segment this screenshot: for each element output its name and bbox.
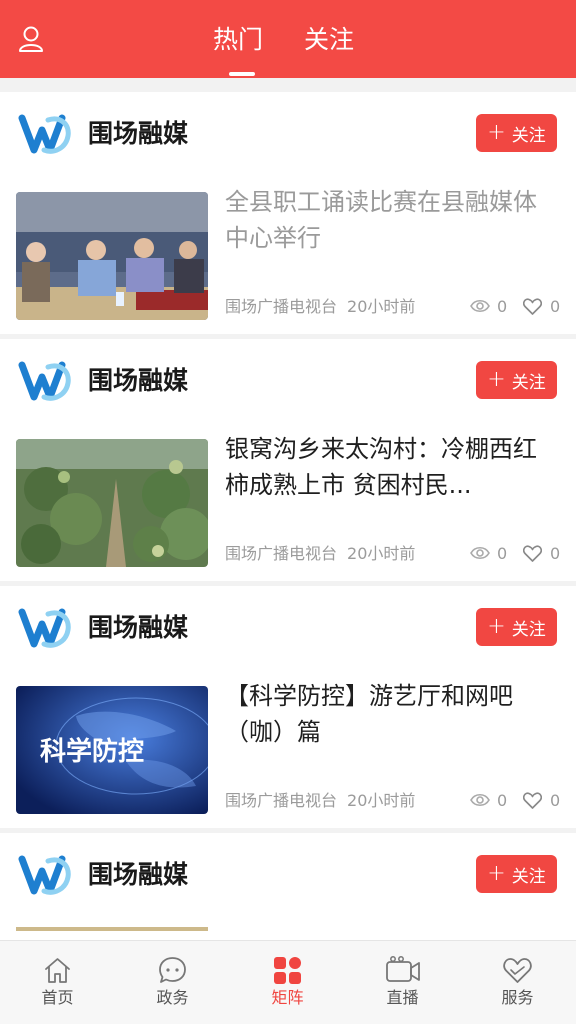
tab-service-label: 服务	[501, 988, 534, 1007]
article-title[interactable]: 全县职工诵读比赛在县融媒体中心举行	[225, 184, 560, 256]
top-tabs: 热门 关注	[0, 0, 576, 78]
publish-time: 20小时前	[347, 297, 416, 316]
eye-icon	[470, 793, 490, 807]
active-tab-indicator	[229, 72, 255, 76]
article-thumbnail[interactable]	[16, 192, 208, 320]
follow-button-label: 关注	[511, 866, 546, 887]
view-count: 0	[497, 791, 508, 810]
header-spacer	[0, 78, 576, 92]
eye-icon	[470, 546, 490, 560]
thumbnail-caption: 科学防控	[40, 736, 144, 767]
article-stats: 0 0	[470, 790, 562, 812]
heart-icon[interactable]	[523, 298, 542, 315]
follow-button[interactable]: + 关注	[476, 114, 557, 152]
source-name[interactable]: 围场融媒	[88, 116, 188, 152]
source-logo-icon	[18, 114, 71, 154]
bottom-tab-bar: 首页 政务 矩阵 直播 服务	[0, 940, 576, 1024]
feed-card[interactable]: 围场融媒 + 关注 科学防控 【科学防控】游艺厅和网吧（咖）篇 围场广播电视台 …	[0, 586, 576, 828]
article-title[interactable]: 【科学防控】游艺厅和网吧（咖）篇	[225, 678, 560, 750]
follow-button[interactable]: + 关注	[476, 608, 557, 646]
view-count: 0	[497, 544, 508, 563]
tab-matrix[interactable]: 矩阵	[230, 941, 345, 1024]
tab-following[interactable]: 关注	[304, 22, 354, 58]
follow-button-label: 关注	[511, 619, 546, 640]
follow-button[interactable]: + 关注	[476, 361, 557, 399]
like-count: 0	[550, 544, 561, 563]
chat-bubble-icon	[159, 957, 186, 983]
follow-button-label: 关注	[511, 125, 546, 146]
source-logo-icon	[18, 855, 71, 895]
source-name[interactable]: 围场融媒	[88, 610, 188, 646]
article-meta: 围场广播电视台 20小时前	[225, 790, 415, 812]
source-name[interactable]: 围场融媒	[88, 363, 188, 399]
source-logo-icon	[18, 361, 71, 401]
tab-government-label: 政务	[156, 988, 189, 1007]
source-name[interactable]: 围场融媒	[88, 857, 188, 893]
plus-icon: +	[487, 120, 506, 145]
publish-time: 20小时前	[347, 791, 416, 810]
article-stats: 0 0	[470, 296, 562, 318]
feed-card[interactable]: 围场融媒 + 关注	[0, 833, 576, 943]
tab-live[interactable]: 直播	[345, 941, 460, 1024]
tab-home-label: 首页	[41, 988, 74, 1007]
heart-icon[interactable]	[523, 792, 542, 809]
article-thumbnail[interactable]	[16, 927, 208, 931]
tab-hot[interactable]: 热门	[213, 22, 263, 58]
heart-icon[interactable]	[523, 545, 542, 562]
like-count: 0	[550, 791, 561, 810]
tab-government[interactable]: 政务	[115, 941, 230, 1024]
publish-time: 20小时前	[347, 544, 416, 563]
plus-icon: +	[487, 861, 506, 886]
feed-card[interactable]: 围场融媒 + 关注 全县职工诵读比赛在县融媒体中心举行 围场广播电视台 20小时前	[0, 92, 576, 334]
plus-icon: +	[487, 367, 506, 392]
publisher: 围场广播电视台	[225, 297, 338, 316]
tab-service[interactable]: 服务	[460, 941, 575, 1024]
view-count: 0	[497, 297, 508, 316]
article-stats: 0 0	[470, 543, 562, 565]
tab-live-label: 直播	[386, 988, 419, 1007]
article-thumbnail[interactable]	[16, 439, 208, 567]
follow-button-label: 关注	[511, 372, 546, 393]
publisher: 围场广播电视台	[225, 791, 338, 810]
grid-icon	[274, 957, 301, 984]
feed-card[interactable]: 围场融媒 + 关注 银窝沟乡来太沟村：冷棚西红柿成熟上市 贫困村民... 围场广…	[0, 339, 576, 581]
like-count: 0	[550, 297, 561, 316]
home-icon	[45, 958, 70, 983]
heart-service-icon	[503, 958, 532, 983]
publisher: 围场广播电视台	[225, 544, 338, 563]
article-meta: 围场广播电视台 20小时前	[225, 543, 415, 565]
plus-icon: +	[487, 614, 506, 639]
article-meta: 围场广播电视台 20小时前	[225, 296, 415, 318]
eye-icon	[470, 299, 490, 313]
follow-button[interactable]: + 关注	[476, 855, 557, 893]
article-thumbnail[interactable]: 科学防控	[16, 686, 208, 814]
tab-matrix-label: 矩阵	[271, 988, 304, 1007]
source-logo-icon	[18, 608, 71, 648]
video-camera-icon	[386, 956, 420, 982]
top-app-bar: 热门 关注	[0, 0, 576, 78]
tab-home[interactable]: 首页	[0, 941, 115, 1024]
article-title[interactable]: 银窝沟乡来太沟村：冷棚西红柿成熟上市 贫困村民...	[225, 431, 560, 503]
